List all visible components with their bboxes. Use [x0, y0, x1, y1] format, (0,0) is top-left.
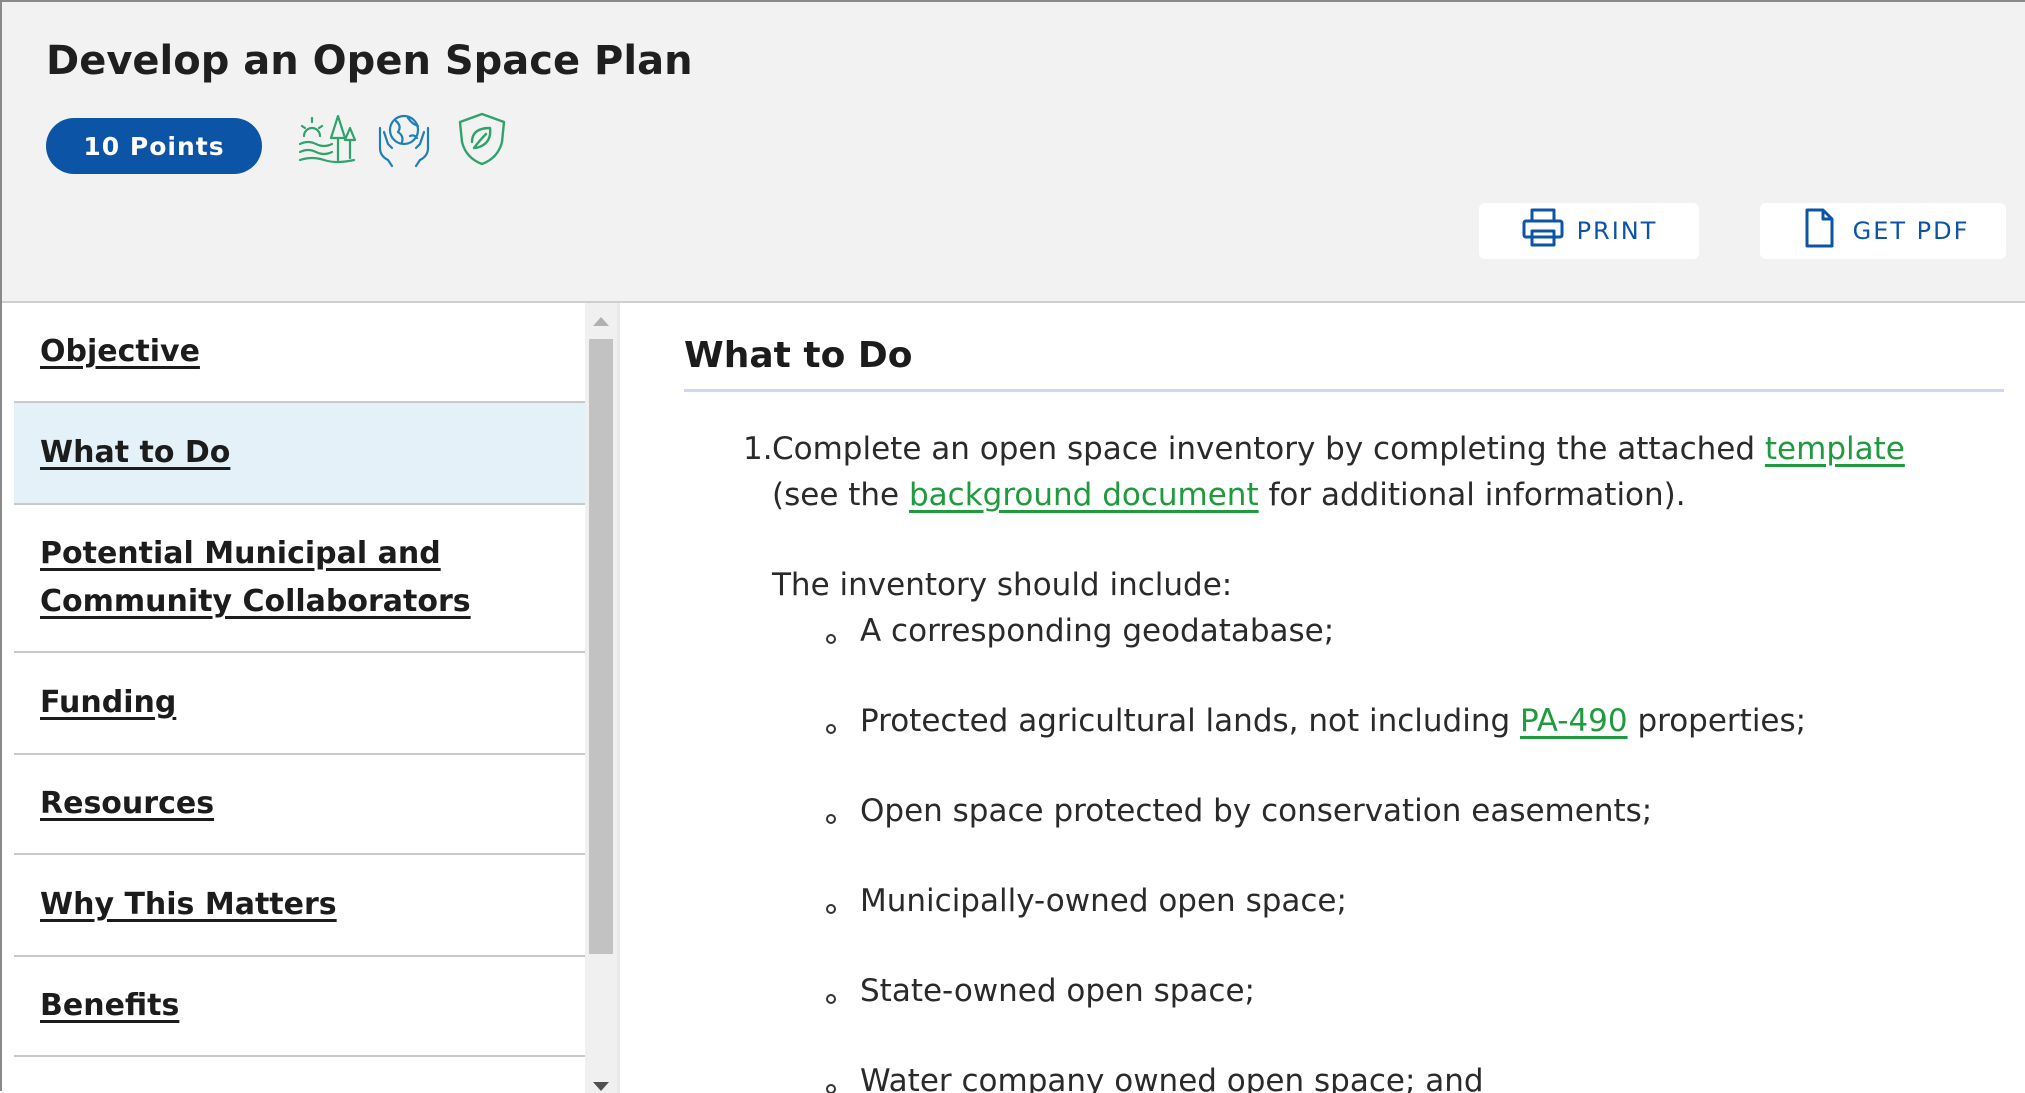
pa-490-link[interactable]: PA-490 — [1520, 703, 1628, 739]
nav-item-what-to-do[interactable]: What to Do — [14, 403, 585, 505]
scroll-down-arrow-icon[interactable] — [593, 1082, 609, 1091]
bullet-icon — [826, 1084, 836, 1093]
print-label: PRINT — [1576, 217, 1658, 245]
step-text-line2: (see the background document for additio… — [772, 477, 1686, 513]
bullet-icon — [826, 994, 836, 1004]
content-panel: What to Do 1. Complete an open space inv… — [620, 303, 2025, 1093]
nav-item-collaborators-line1: Potential Municipal and — [40, 536, 441, 571]
nav-item-objective[interactable]: Objective — [14, 303, 585, 403]
app-window: Develop an Open Space Plan 10 Points PRI… — [0, 0, 2025, 1093]
list-item: Open space protected by conservation eas… — [860, 793, 1653, 829]
section-nav: Objective What to Do Potential Municipal… — [14, 303, 586, 1093]
hands-globe-icon — [374, 108, 434, 170]
nav-item-benefits[interactable]: Benefits — [14, 957, 585, 1057]
list-item: A corresponding geodatabase; — [860, 613, 1335, 649]
step-text-part2: (see the — [772, 477, 909, 513]
pdf-label: GET PDF — [1852, 217, 1970, 245]
list-item-text-before: Protected agricultural lands, not includ… — [860, 703, 1521, 739]
step-text-part3: for additional information). — [1258, 477, 1686, 513]
section-heading: What to Do — [684, 335, 913, 376]
list-item: State-owned open space; — [860, 973, 1255, 1009]
points-badge: 10 Points — [46, 118, 262, 174]
get-pdf-button[interactable]: GET PDF — [1760, 203, 2006, 259]
step-number: 1. — [743, 431, 773, 467]
list-item-text-after: properties; — [1627, 703, 1807, 739]
page-header: Develop an Open Space Plan 10 Points PRI… — [2, 2, 2025, 303]
nav-item-why-this-matters[interactable]: Why This Matters — [14, 855, 585, 957]
shield-leaf-icon — [452, 108, 512, 170]
step-text-line1: Complete an open space inventory by comp… — [772, 431, 1905, 467]
inventory-intro: The inventory should include: — [772, 567, 1233, 603]
nav-item-funding[interactable]: Funding — [14, 653, 585, 755]
printer-icon — [1521, 207, 1565, 255]
print-button[interactable]: PRINT — [1479, 203, 1699, 259]
bullet-icon — [826, 724, 836, 734]
nav-item-resources[interactable]: Resources — [14, 755, 585, 855]
document-icon — [1797, 207, 1841, 255]
step-text-part1: Complete an open space inventory by comp… — [772, 431, 1765, 467]
scroll-up-arrow-icon[interactable] — [593, 317, 609, 326]
bullet-icon — [826, 904, 836, 914]
nav-item-collaborators[interactable]: Potential Municipal and Community Collab… — [14, 505, 585, 653]
list-item: Municipally-owned open space; — [860, 883, 1347, 919]
background-document-link[interactable]: background document — [909, 477, 1259, 513]
heading-rule — [684, 389, 2004, 392]
template-link[interactable]: template — [1765, 431, 1905, 467]
page-title: Develop an Open Space Plan — [46, 38, 693, 84]
scrollbar-thumb[interactable] — [589, 339, 613, 954]
nav-item-collaborators-line2: Community Collaborators — [40, 584, 471, 619]
landscape-trees-icon — [298, 108, 358, 170]
bullet-icon — [826, 814, 836, 824]
sidebar-scrollbar[interactable] — [585, 303, 617, 1093]
bullet-icon — [826, 634, 836, 644]
list-item: Protected agricultural lands, not includ… — [860, 703, 1806, 739]
list-item: Water company owned open space; and — [860, 1063, 1484, 1093]
